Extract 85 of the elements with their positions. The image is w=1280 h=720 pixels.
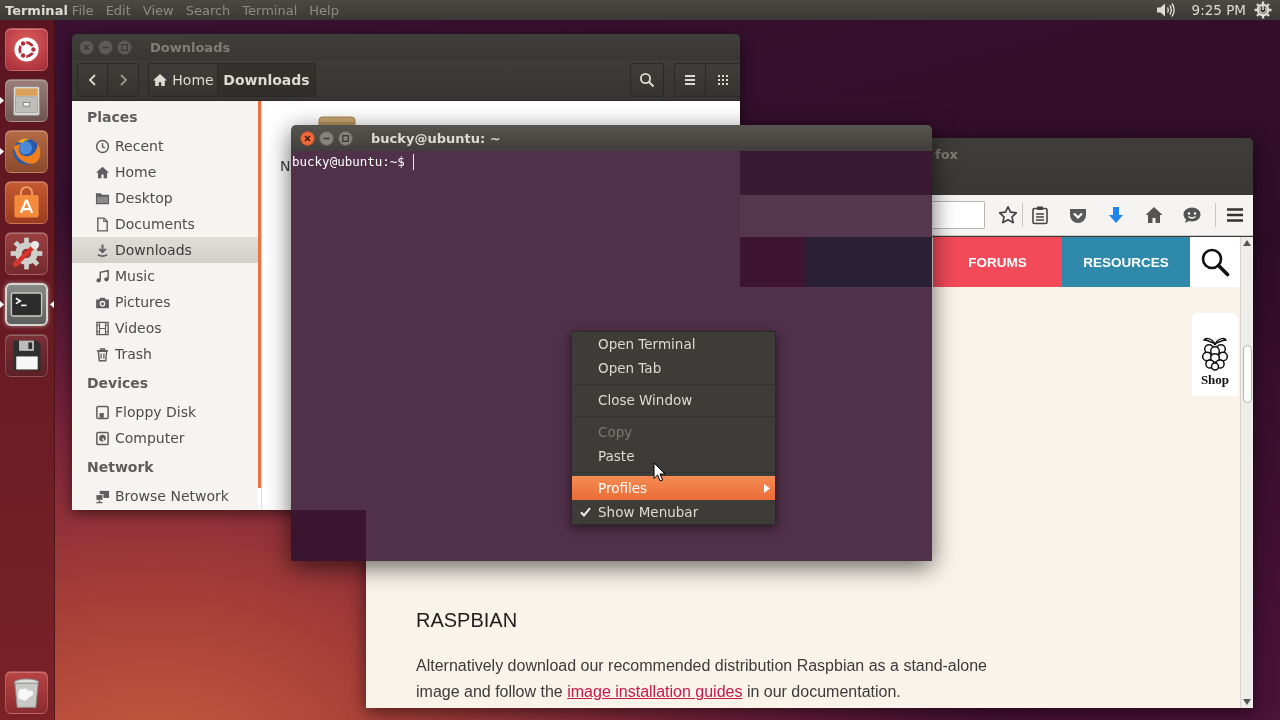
power-gear-icon[interactable]	[1254, 1, 1272, 19]
back-button[interactable]	[77, 63, 108, 97]
window-title: fox	[935, 146, 958, 164]
section-heading: Devices	[86, 374, 150, 393]
network-computers-icon	[95, 488, 110, 504]
window-title: Downloads	[150, 39, 231, 55]
paragraph: Alternatively download our recommended distribution Raspbian as a stand-alone image and follow the image installation guides in our documentation.	[416, 656, 988, 702]
window-title: bucky@ubuntu: ~	[371, 130, 501, 146]
sidebar-item[interactable]: Desktop	[72, 185, 258, 211]
nav-link[interactable]: RESOURCES	[1062, 237, 1190, 287]
nav-link[interactable]: FORUMS	[933, 237, 1062, 287]
sidebar-item[interactable]: Videos	[72, 315, 258, 341]
sidebar-item[interactable]: Downloads	[72, 237, 258, 263]
sidebar-item[interactable]: Home	[72, 159, 258, 185]
document-icon	[95, 216, 110, 232]
home-icon[interactable]	[1144, 205, 1164, 225]
path-button[interactable]: Home	[148, 63, 218, 97]
menu-item[interactable]: Open Terminal	[572, 332, 775, 356]
browser-globe-icon[interactable]	[5, 130, 48, 173]
film-strip-icon	[95, 320, 110, 336]
file-cabinet-icon[interactable]	[5, 79, 48, 122]
music-note-icon	[95, 268, 110, 284]
menu-item[interactable]: Show Menubar	[572, 500, 775, 524]
menu-item[interactable]: Close Window	[572, 388, 775, 412]
minimize-button[interactable]	[319, 130, 334, 146]
chat-bubble-icon[interactable]	[1182, 205, 1202, 225]
home-icon	[152, 72, 169, 88]
disk-drive-icon	[95, 404, 110, 420]
sidebar-item[interactable]: Recent	[72, 133, 258, 159]
section-heading: Network	[86, 458, 155, 477]
home-icon	[95, 164, 110, 180]
list-view-button[interactable]	[674, 63, 706, 97]
search-icon	[639, 72, 655, 88]
menu-item[interactable]: Open Tab	[572, 356, 775, 380]
path-button[interactable]: Downloads	[218, 63, 316, 97]
scroll-up-icon[interactable]	[1243, 240, 1251, 246]
terminal-icon[interactable]	[5, 283, 48, 326]
trash-icon[interactable]	[5, 671, 48, 714]
sidebar-item[interactable]: Music	[72, 263, 258, 289]
forward-button[interactable]	[108, 63, 139, 97]
download-icon	[95, 242, 110, 258]
shop-label: Shop	[1200, 373, 1230, 387]
reading-list-icon[interactable]	[1030, 205, 1050, 225]
text-link[interactable]: image installation guides	[567, 683, 743, 700]
clock[interactable]: 9:25 PM	[1191, 2, 1246, 18]
close-button[interactable]	[300, 130, 315, 146]
menu-item[interactable]: Paste	[572, 444, 775, 468]
scrollbar-thumb[interactable]	[1242, 345, 1252, 403]
sidebar-item[interactable]: Trash	[72, 341, 258, 367]
shopping-bag-icon[interactable]	[5, 181, 48, 224]
gear-wrench-icon[interactable]	[5, 232, 48, 275]
maximize-button[interactable]	[338, 130, 353, 146]
clock-icon	[95, 138, 110, 154]
sidebar-item[interactable]: Computer	[72, 425, 258, 451]
search-icon	[1200, 247, 1230, 277]
search-button[interactable]	[630, 63, 664, 97]
mouse-pointer-icon	[653, 462, 666, 482]
hard-drive-icon	[95, 430, 110, 446]
raspberry-icon	[1200, 335, 1230, 371]
scrollbar[interactable]	[1240, 237, 1253, 708]
sidebar-item[interactable]: Floppy Disk	[72, 399, 258, 425]
trash-icon	[95, 346, 110, 362]
text-cursor	[412, 154, 414, 170]
download-arrow-icon[interactable]	[1106, 205, 1126, 225]
grid-icon	[715, 72, 731, 88]
shop-tag[interactable]: Shop	[1192, 313, 1238, 396]
search-field[interactable]	[933, 201, 985, 229]
sidebar-item[interactable]: Browse Network	[72, 483, 258, 509]
sidebar-item[interactable]: Documents	[72, 211, 258, 237]
shell-prompt: bucky@ubuntu:~$	[292, 153, 405, 170]
dash-logo-icon[interactable]	[5, 28, 48, 71]
bookmark-star-icon[interactable]	[998, 205, 1018, 225]
sidebar-item[interactable]: Pictures	[72, 289, 258, 315]
speaker-volume-icon[interactable]	[1154, 2, 1175, 18]
scroll-down-icon[interactable]	[1243, 699, 1251, 705]
grid-view-button[interactable]	[706, 63, 740, 97]
folder-icon	[95, 190, 110, 206]
section-heading: Places	[86, 108, 139, 127]
menu-icon[interactable]	[1225, 205, 1245, 225]
list-icon	[682, 72, 698, 88]
file-icon[interactable]	[318, 116, 356, 125]
site-search-button[interactable]	[1190, 237, 1240, 287]
section-heading: RASPBIAN	[416, 608, 519, 632]
app-name: Terminal	[4, 2, 68, 18]
file-name[interactable]: N	[280, 157, 291, 176]
